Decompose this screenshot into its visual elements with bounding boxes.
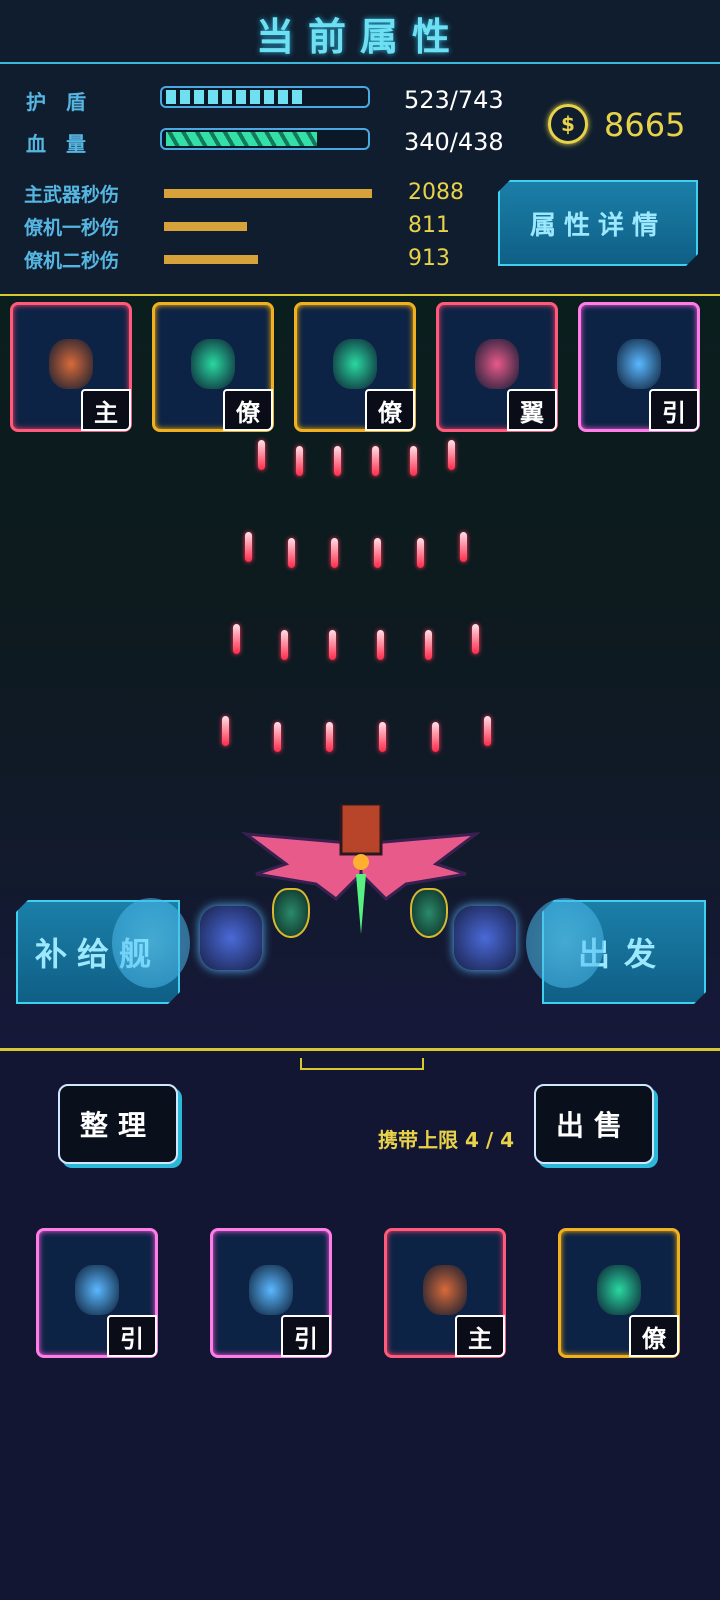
bullet (296, 446, 303, 476)
inventory-slot[interactable]: 引 (210, 1228, 332, 1358)
shield-label: 护 盾 (26, 90, 86, 114)
sort-button[interactable]: 整理 (58, 1084, 178, 1164)
inventory-slot[interactable]: 引 (36, 1228, 158, 1358)
wingman-ship-icon (333, 339, 377, 389)
player-ship-icon (240, 802, 482, 934)
bullet (484, 716, 491, 746)
shield-bar (160, 86, 370, 108)
hp-bar-fill (166, 132, 318, 146)
divider-tab (300, 1058, 424, 1070)
inventory-slot-tag: 主 (455, 1315, 505, 1357)
bullet (281, 630, 288, 660)
inventory-slot[interactable]: 主 (384, 1228, 506, 1358)
dps-main-label: 主武器秒伤 (24, 184, 120, 206)
coin-icon: $ (548, 104, 588, 144)
bullet (425, 630, 432, 660)
inventory-divider (0, 1048, 720, 1051)
wingman-ship-icon (597, 1265, 641, 1315)
bullet (372, 446, 379, 476)
equipped-slot[interactable]: 僚 (152, 302, 274, 432)
hp-label: 血 量 (26, 132, 86, 156)
inventory-grid: 引引主僚 (36, 1228, 696, 1368)
equipped-slot[interactable]: 主 (10, 302, 132, 432)
bullet (326, 722, 333, 752)
sell-button[interactable]: 出售 (534, 1084, 654, 1164)
escort-drone-left (200, 906, 262, 970)
shield-bar-fill (166, 90, 302, 104)
wingman-ship-icon (191, 339, 235, 389)
title-divider (0, 62, 720, 64)
bullet (432, 722, 439, 752)
equipped-slot-tag: 主 (81, 389, 131, 431)
inventory-slot[interactable]: 僚 (558, 1228, 680, 1358)
bullet (472, 624, 479, 654)
dps-wing1-value: 811 (408, 213, 450, 238)
dps-wing1-label: 僚机一秒伤 (24, 217, 120, 239)
inventory-slot-tag: 引 (281, 1315, 331, 1357)
bullet (329, 630, 336, 660)
equipped-slot[interactable]: 引 (578, 302, 700, 432)
equipped-slot-tag: 引 (649, 389, 699, 431)
main-weapon-icon (423, 1265, 467, 1315)
bullet (222, 716, 229, 746)
attribute-details-button[interactable]: 属性详情 (498, 180, 698, 266)
equipped-slot[interactable]: 僚 (294, 302, 416, 432)
coin-count: 8665 (604, 106, 686, 144)
launch-glow-icon (526, 898, 604, 988)
player-ship (226, 802, 496, 934)
bullet (274, 722, 281, 752)
supply-glow-icon (112, 898, 190, 988)
bullet (374, 538, 381, 568)
engine-icon (617, 339, 661, 389)
hp-bar (160, 128, 370, 150)
shield-value: 523/743 (404, 86, 504, 114)
page-title: 当前属性 (255, 15, 464, 59)
engine-icon (75, 1265, 119, 1315)
equipped-slot[interactable]: 翼 (436, 302, 558, 432)
dps-main-bar (164, 189, 372, 198)
dps-wing1-bar (164, 222, 248, 231)
dps-main-value: 2088 (408, 180, 464, 205)
equipped-slot-tag: 僚 (365, 389, 415, 431)
bullet (448, 440, 455, 470)
inventory-slot-tag: 僚 (629, 1315, 679, 1357)
wingman-left (272, 888, 310, 938)
wingman-right (410, 888, 448, 938)
stats-panel: 当前属性 护 盾 523/743 血 量 340/438 $ 8665 主武器秒… (0, 0, 720, 298)
bullet (288, 538, 295, 568)
equipped-slots: 主僚僚翼引 (10, 302, 710, 442)
main-weapon-icon (49, 339, 93, 389)
wing-icon (475, 339, 519, 389)
carry-capacity-text: 携带上限 4 / 4 (378, 1128, 515, 1152)
inventory-slot-tag: 引 (107, 1315, 157, 1357)
bullet (233, 624, 240, 654)
bullet (245, 532, 252, 562)
bullet (331, 538, 338, 568)
equipped-slot-tag: 翼 (507, 389, 557, 431)
engine-icon (249, 1265, 293, 1315)
bullet (410, 446, 417, 476)
bullet (417, 538, 424, 568)
hp-value: 340/438 (404, 128, 504, 156)
dps-wing2-label: 僚机二秒伤 (24, 250, 120, 272)
equipped-slot-tag: 僚 (223, 389, 273, 431)
bullet (258, 440, 265, 470)
bullet (460, 532, 467, 562)
bullet (377, 630, 384, 660)
dps-wing2-bar (164, 255, 258, 264)
escort-drone-right (454, 906, 516, 970)
bullet (379, 722, 386, 752)
bullet (334, 446, 341, 476)
dps-wing2-value: 913 (408, 246, 450, 271)
